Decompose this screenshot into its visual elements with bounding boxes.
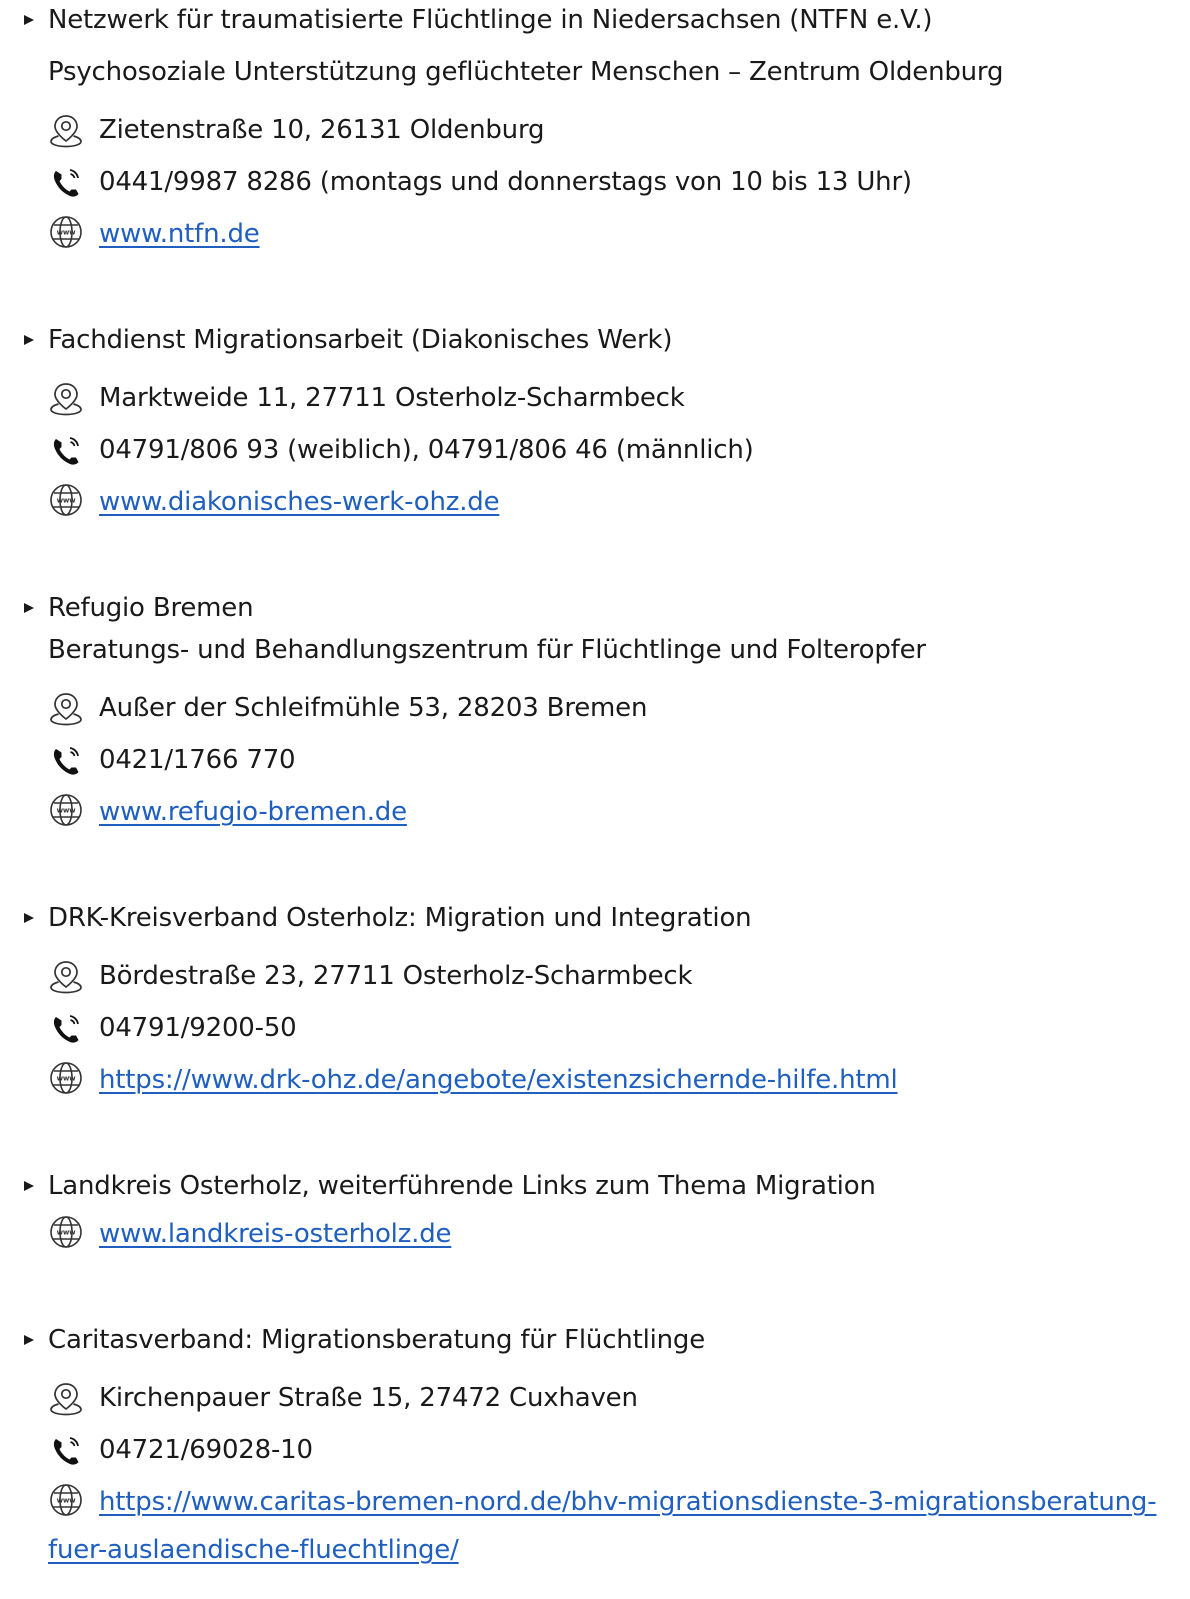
www-globe-icon: www: [46, 214, 86, 254]
location-pin-icon: [46, 956, 86, 996]
phone-text: 0421/1766 770: [99, 745, 296, 775]
triangle-bullet-icon: [22, 588, 40, 628]
www-globe-icon: www: [46, 1482, 86, 1522]
svg-text:www: www: [57, 497, 77, 505]
location-pin-icon: [46, 688, 86, 728]
phone-text: 04791/9200-50: [99, 1013, 297, 1043]
triangle-bullet-icon: [22, 1166, 40, 1206]
contact-list: Netzwerk für traumatisierte Flüchtlinge …: [0, 0, 1190, 1599]
address-text: Kirchenpauer Straße 15, 27472 Cuxhaven: [99, 1383, 638, 1413]
triangle-bullet-icon: [22, 898, 40, 938]
website-link[interactable]: https://www.caritas-bremen-nord.de/bhv-m…: [99, 1489, 1157, 1515]
entry-title: Netzwerk für traumatisierte Flüchtlinge …: [48, 5, 933, 35]
entry-title: Landkreis Osterholz, weiterführende Link…: [48, 1171, 876, 1201]
phone-icon: [46, 162, 86, 202]
location-pin-icon: [46, 110, 86, 150]
entry-title: DRK-Kreisverband Osterholz: Migration un…: [48, 903, 752, 933]
website-link[interactable]: https://www.drk-ohz.de/angebote/existenz…: [99, 1067, 898, 1093]
website-link[interactable]: www.ntfn.de: [99, 221, 260, 247]
website-link[interactable]: www.landkreis-osterholz.de: [99, 1221, 452, 1247]
address-text: Außer der Schleifmühle 53, 28203 Bremen: [99, 693, 648, 723]
www-globe-icon: www: [46, 1060, 86, 1100]
triangle-bullet-icon: [22, 0, 40, 40]
svg-text:www: www: [57, 229, 77, 237]
phone-icon: [46, 430, 86, 470]
svg-text:www: www: [57, 1229, 77, 1237]
svg-text:www: www: [57, 1075, 77, 1083]
phone-text: 04721/69028-10: [99, 1435, 313, 1465]
address-text: Zietenstraße 10, 26131 Oldenburg: [99, 115, 545, 145]
website-link-continued[interactable]: fuer-auslaendische-fluechtlinge/: [48, 1537, 459, 1563]
svg-text:www: www: [57, 807, 77, 815]
svg-text:www: www: [57, 1497, 77, 1505]
entry-title: Fachdienst Migrationsarbeit (Diakonische…: [48, 325, 673, 355]
entry-subtitle: Psychosoziale Unterstützung geflüchteter…: [48, 57, 1004, 87]
website-link[interactable]: www.refugio-bremen.de: [99, 799, 407, 825]
address-text: Marktweide 11, 27711 Osterholz-Scharmbec…: [99, 383, 685, 413]
www-globe-icon: www: [46, 482, 86, 522]
address-text: Bördestraße 23, 27711 Osterholz-Scharmbe…: [99, 961, 693, 991]
location-pin-icon: [46, 1378, 86, 1418]
triangle-bullet-icon: [22, 320, 40, 360]
phone-text: 0441/9987 8286 (montags und donnerstags …: [99, 167, 912, 197]
entry-title: Refugio Bremen: [48, 593, 254, 623]
phone-icon: [46, 740, 86, 780]
entry-title: Caritasverband: Migrationsberatung für F…: [48, 1325, 705, 1355]
phone-text: 04791/806 93 (weiblich), 04791/806 46 (m…: [99, 435, 754, 465]
entry-subtitle: Beratungs- und Behandlungszentrum für Fl…: [48, 635, 926, 665]
www-globe-icon: www: [46, 792, 86, 832]
phone-icon: [46, 1430, 86, 1470]
phone-icon: [46, 1008, 86, 1048]
website-link[interactable]: www.diakonisches-werk-ohz.de: [99, 489, 500, 515]
location-pin-icon: [46, 378, 86, 418]
triangle-bullet-icon: [22, 1320, 40, 1360]
www-globe-icon: www: [46, 1214, 86, 1254]
